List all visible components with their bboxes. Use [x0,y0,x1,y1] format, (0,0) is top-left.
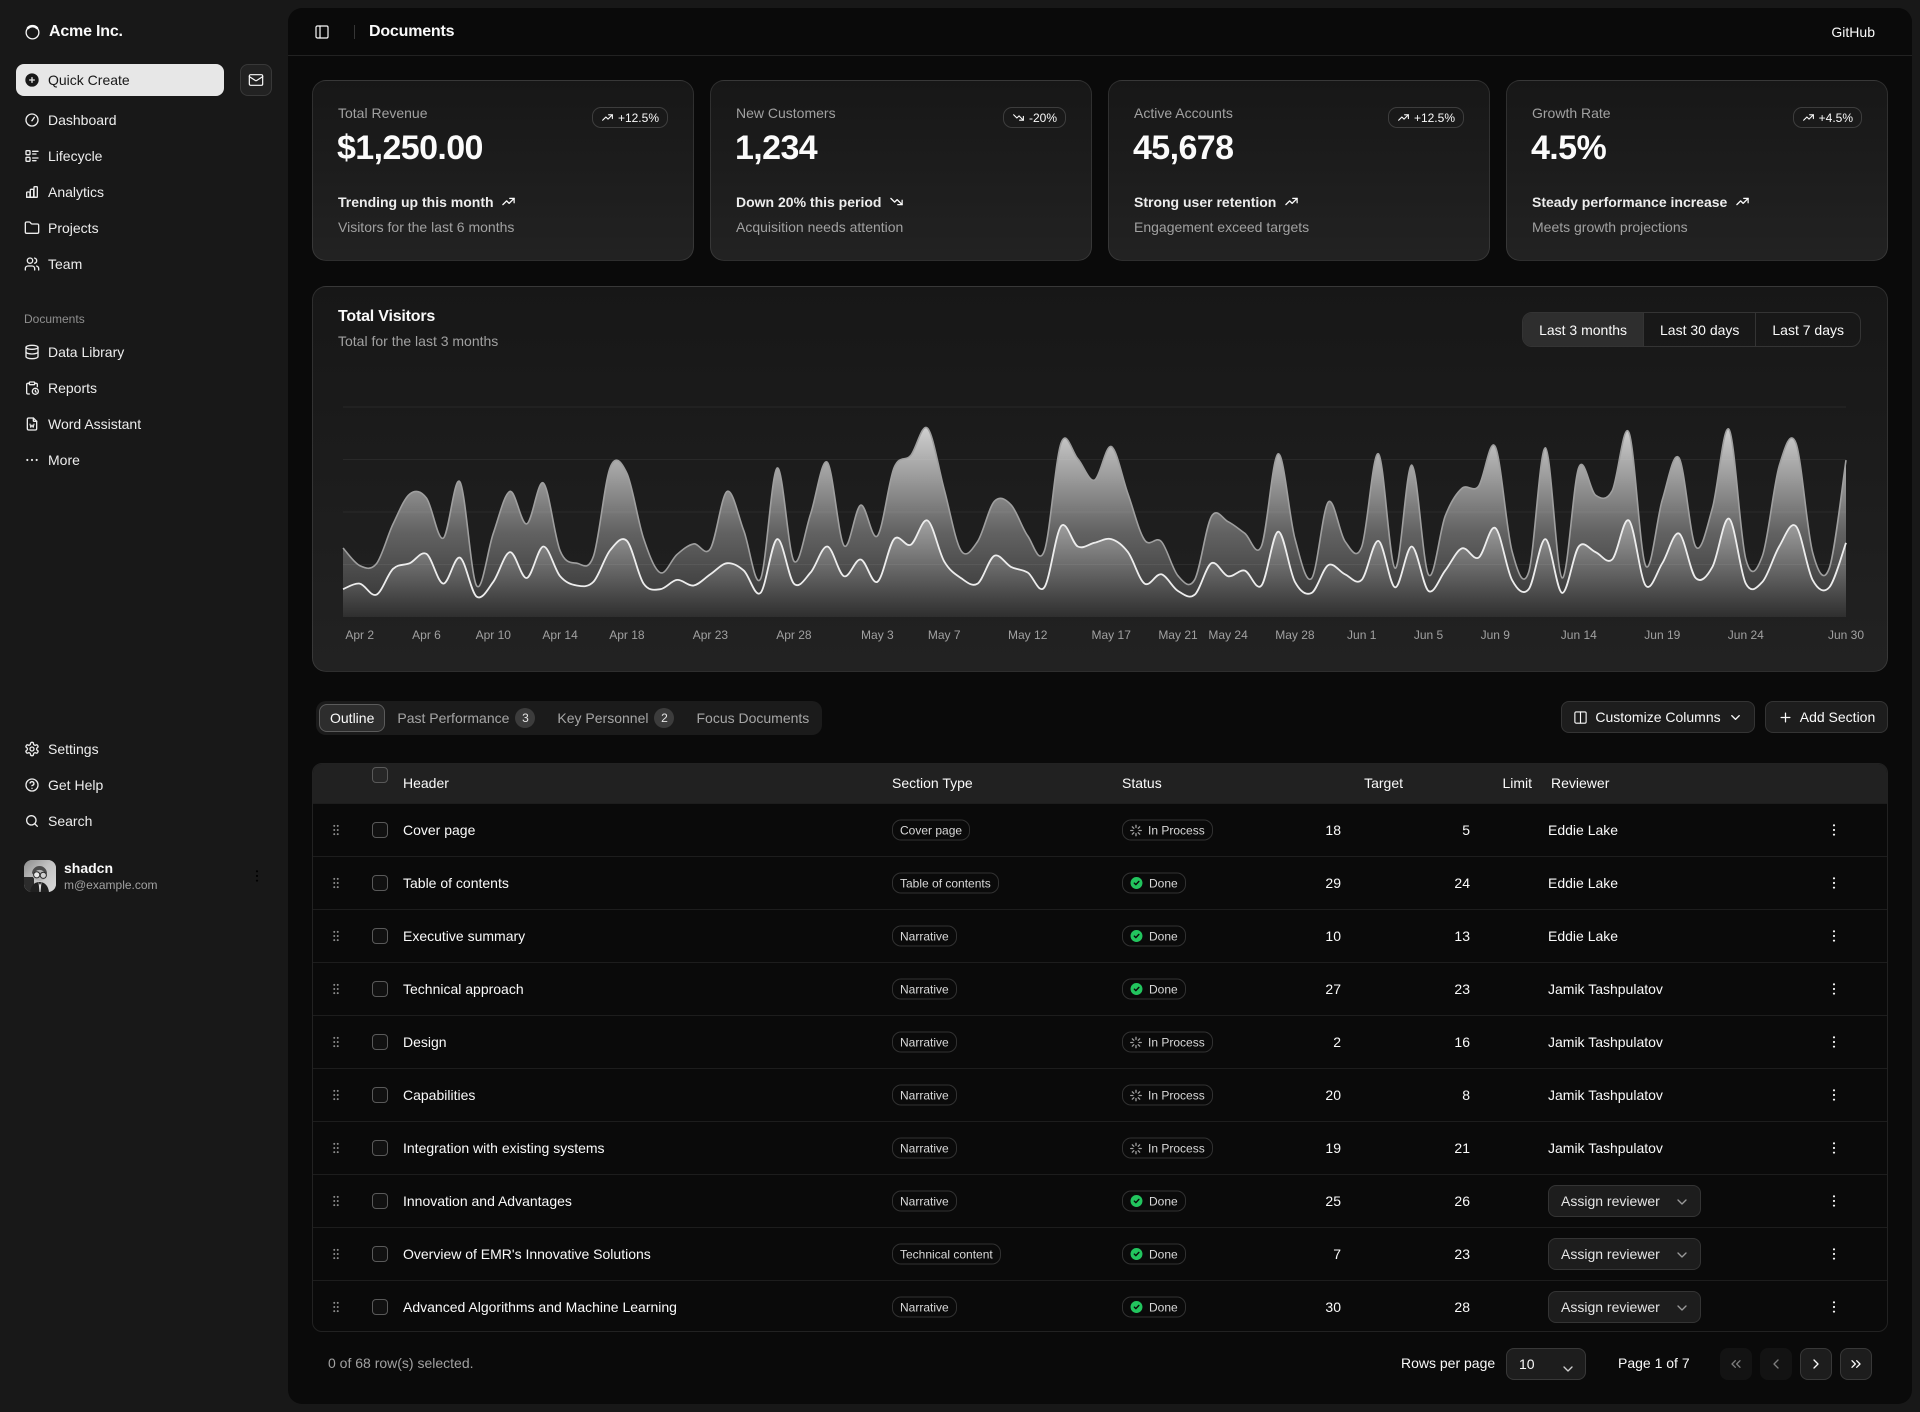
svg-text:Apr 2: Apr 2 [345,628,374,642]
svg-text:Jun 19: Jun 19 [1644,628,1680,642]
svg-text:Jun 30: Jun 30 [1828,628,1864,642]
svg-text:Jun 14: Jun 14 [1561,628,1597,642]
svg-text:May 7: May 7 [928,628,961,642]
svg-text:Jun 24: Jun 24 [1728,628,1764,642]
svg-text:Apr 23: Apr 23 [693,628,729,642]
svg-text:Apr 18: Apr 18 [609,628,645,642]
svg-text:May 28: May 28 [1275,628,1315,642]
svg-text:Jun 9: Jun 9 [1481,628,1511,642]
svg-text:May 24: May 24 [1208,628,1248,642]
svg-text:May 21: May 21 [1158,628,1198,642]
svg-text:Jun 1: Jun 1 [1347,628,1377,642]
svg-text:May 12: May 12 [1008,628,1048,642]
svg-text:May 3: May 3 [861,628,894,642]
svg-text:Jun 5: Jun 5 [1414,628,1444,642]
svg-text:Apr 6: Apr 6 [412,628,441,642]
svg-text:Apr 28: Apr 28 [776,628,812,642]
svg-text:May 17: May 17 [1092,628,1132,642]
svg-text:Apr 10: Apr 10 [476,628,512,642]
svg-text:Apr 14: Apr 14 [542,628,578,642]
